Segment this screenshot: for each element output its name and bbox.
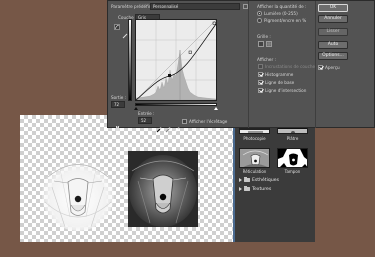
- show-label: Afficher :: [257, 57, 276, 62]
- preset-value: Personnalisé: [153, 4, 179, 9]
- output-value: 72: [114, 102, 120, 107]
- smooth-button[interactable]: Lisser: [318, 28, 348, 36]
- white-eyedropper-icon[interactable]: [174, 118, 180, 133]
- light-radio[interactable]: [257, 11, 262, 16]
- output-gradient-bar: [128, 19, 132, 101]
- baseline-checkbox[interactable]: [258, 80, 263, 85]
- curve-graph[interactable]: [135, 19, 217, 101]
- grid-simple-icon[interactable]: [258, 41, 264, 47]
- black-eyedropper-icon[interactable]: [156, 118, 162, 133]
- pigment-option-label: Pigment/encre en %: [264, 18, 307, 23]
- gray-eyedropper-icon[interactable]: [165, 118, 171, 133]
- on-image-adjust-hand-icon[interactable]: [114, 117, 120, 131]
- thumb-label: Photocopie: [243, 136, 266, 141]
- options-button[interactable]: Options...: [318, 52, 348, 60]
- document-canvas[interactable]: [20, 115, 235, 242]
- channel-overlays-label: Incrustations de couche: [265, 64, 316, 69]
- input-value: 52: [141, 118, 147, 123]
- baseline-label: Ligne de base: [265, 80, 295, 85]
- input-gradient-bar: [135, 103, 217, 106]
- cancel-button[interactable]: Annuler: [318, 15, 348, 23]
- preset-select[interactable]: Personnalisé: [150, 3, 240, 10]
- ok-button[interactable]: OK: [318, 4, 348, 12]
- black-point-slider[interactable]: [134, 107, 138, 110]
- input-field[interactable]: 52: [138, 117, 152, 124]
- folder-label: Esthétiques: [252, 178, 279, 183]
- buttons-divider: [315, 1, 316, 128]
- curve-point-tool-icon[interactable]: [114, 24, 120, 30]
- channel-overlays-checkbox[interactable]: [258, 64, 263, 69]
- histogram-checkbox[interactable]: [258, 72, 263, 77]
- thumb-label: Plâtre: [286, 136, 299, 141]
- folder-icon: [244, 185, 250, 191]
- preview-label: Aperçu: [325, 65, 340, 70]
- intersection-label: Ligne d'intersection: [265, 88, 307, 93]
- folder-label: Textures: [252, 187, 272, 192]
- section-divider: [248, 1, 249, 128]
- show-clipping-label: Afficher l'écrêtage: [189, 119, 228, 124]
- folder-textures[interactable]: Textures: [237, 185, 272, 194]
- output-label: Sortie :: [111, 95, 127, 100]
- filter-gallery-panel: Photocopie Plâtre Réticulation Tampon Es…: [235, 122, 315, 242]
- output-field[interactable]: 72: [111, 101, 125, 108]
- preset-label: Paramètre prédéfini :: [111, 4, 156, 9]
- histogram-label: Histogramme: [265, 72, 294, 77]
- grid-label: Grille :: [257, 34, 271, 39]
- folder-icon: [244, 176, 250, 182]
- thumb-stamp[interactable]: [277, 148, 308, 168]
- image-light-version: [42, 159, 114, 231]
- auto-button[interactable]: Auto: [318, 41, 348, 49]
- folder-aesthetics[interactable]: Esthétiques: [237, 176, 279, 185]
- image-dark-version: [128, 151, 198, 227]
- preview-checkbox[interactable]: [318, 65, 323, 70]
- thumb-label: Réticulation: [242, 169, 267, 174]
- grid-detailed-icon[interactable]: [266, 41, 272, 47]
- intersection-checkbox[interactable]: [258, 88, 263, 93]
- white-point-slider[interactable]: [214, 107, 218, 110]
- light-option-label: Lumière (0-255): [264, 11, 298, 16]
- chevron-right-icon: [239, 186, 242, 191]
- chevron-right-icon: [239, 177, 242, 182]
- thumb-label: Tampon: [284, 169, 301, 174]
- curves-dialog: Paramètre prédéfini : Personnalisé Couch…: [107, 0, 375, 133]
- pigment-radio[interactable]: [257, 18, 262, 23]
- thumb-reticulation[interactable]: [239, 148, 270, 168]
- show-clipping-checkbox[interactable]: [182, 119, 187, 124]
- display-amount-label: Afficher la quantité de :: [257, 4, 307, 9]
- input-label: Entrée :: [138, 111, 155, 116]
